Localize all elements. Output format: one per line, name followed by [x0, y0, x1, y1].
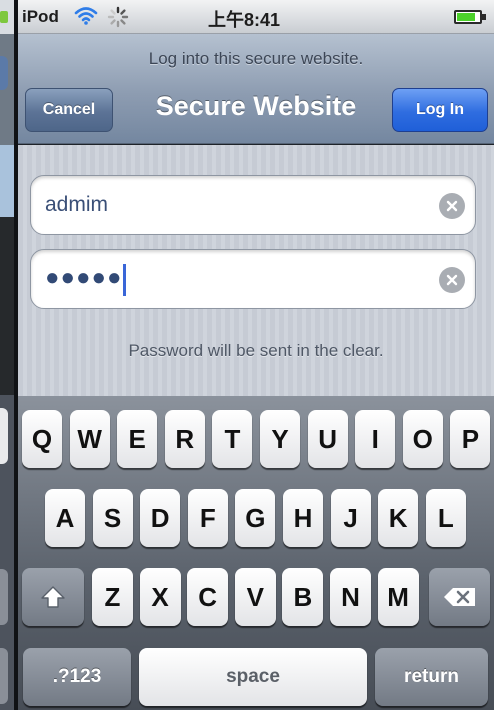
shift-key[interactable]	[22, 568, 84, 626]
text-cursor	[123, 264, 126, 296]
username-value: admim	[45, 193, 109, 216]
numbers-key[interactable]: .?123	[23, 648, 131, 706]
page-title: Secure Website	[155, 91, 357, 121]
login-form: admim ●●●●● Password will be sent in the…	[18, 145, 494, 396]
background-app-peek	[0, 0, 14, 710]
keyboard: .?123 space return QWERTYUIOP ASDFGHJKL ZX…	[18, 396, 494, 710]
peek-key	[0, 408, 8, 464]
key-r[interactable]: R	[164, 410, 205, 468]
password-field[interactable]: ●●●●●	[30, 249, 476, 309]
log-in-button[interactable]: Log In	[392, 88, 488, 132]
key-v[interactable]: V	[234, 568, 276, 626]
key-y[interactable]: Y	[260, 410, 300, 468]
wifi-icon	[74, 7, 98, 25]
carrier-label: iPod	[22, 7, 59, 26]
battery-fill	[457, 13, 475, 21]
key-m[interactable]: M	[377, 568, 419, 626]
key-n[interactable]: N	[330, 568, 371, 626]
key-d[interactable]: D	[140, 489, 181, 547]
key-o[interactable]: O	[402, 410, 443, 468]
key-u[interactable]: U	[307, 410, 348, 468]
key-t[interactable]: T	[212, 410, 253, 468]
peek-key	[0, 569, 8, 625]
password-mask: ●●●●●	[45, 264, 123, 291]
key-q[interactable]: Q	[22, 410, 62, 468]
key-s[interactable]: S	[92, 489, 133, 547]
key-e[interactable]: E	[117, 410, 158, 468]
peek-content-light	[0, 145, 14, 217]
key-p[interactable]: P	[450, 410, 491, 468]
space-key[interactable]: space	[139, 648, 367, 706]
clear-username-icon[interactable]	[439, 193, 465, 219]
key-g[interactable]: G	[235, 489, 276, 547]
login-prompt: Log into this secure website.	[148, 49, 364, 68]
security-notice: Password will be sent in the clear.	[128, 341, 384, 360]
clock: 上午8:41	[208, 10, 281, 30]
key-b[interactable]: B	[282, 568, 324, 626]
key-a[interactable]: A	[45, 489, 85, 547]
key-x[interactable]: X	[139, 568, 181, 626]
cancel-button[interactable]: Cancel	[25, 88, 113, 132]
key-h[interactable]: H	[283, 489, 323, 547]
peek-content-dark	[0, 217, 14, 395]
key-l[interactable]: L	[425, 489, 466, 547]
key-c[interactable]: C	[187, 568, 229, 626]
login-header: Log into this secure website. Cancel Sec…	[18, 34, 494, 144]
key-z[interactable]: Z	[92, 568, 133, 626]
screen: iPod 上午8:41 Log into this secure website…	[0, 0, 494, 710]
battery-icon	[454, 10, 486, 24]
peek-key	[0, 648, 8, 704]
delete-key[interactable]	[429, 568, 490, 626]
status-bar: iPod 上午8:41	[18, 0, 494, 34]
battery-nub	[482, 14, 486, 20]
peek-nav-button	[0, 56, 8, 90]
key-w[interactable]: W	[69, 410, 110, 468]
backspace-icon	[443, 588, 475, 606]
return-key[interactable]: return	[375, 648, 488, 706]
username-field[interactable]: admim	[30, 175, 476, 235]
key-f[interactable]: F	[187, 489, 228, 547]
key-j[interactable]: J	[330, 489, 371, 547]
key-i[interactable]: I	[355, 410, 396, 468]
activity-spinner-icon	[107, 6, 129, 28]
clear-password-icon[interactable]	[439, 267, 465, 293]
shift-icon	[41, 586, 65, 608]
key-k[interactable]: K	[378, 489, 419, 547]
peek-battery-icon	[0, 11, 8, 23]
